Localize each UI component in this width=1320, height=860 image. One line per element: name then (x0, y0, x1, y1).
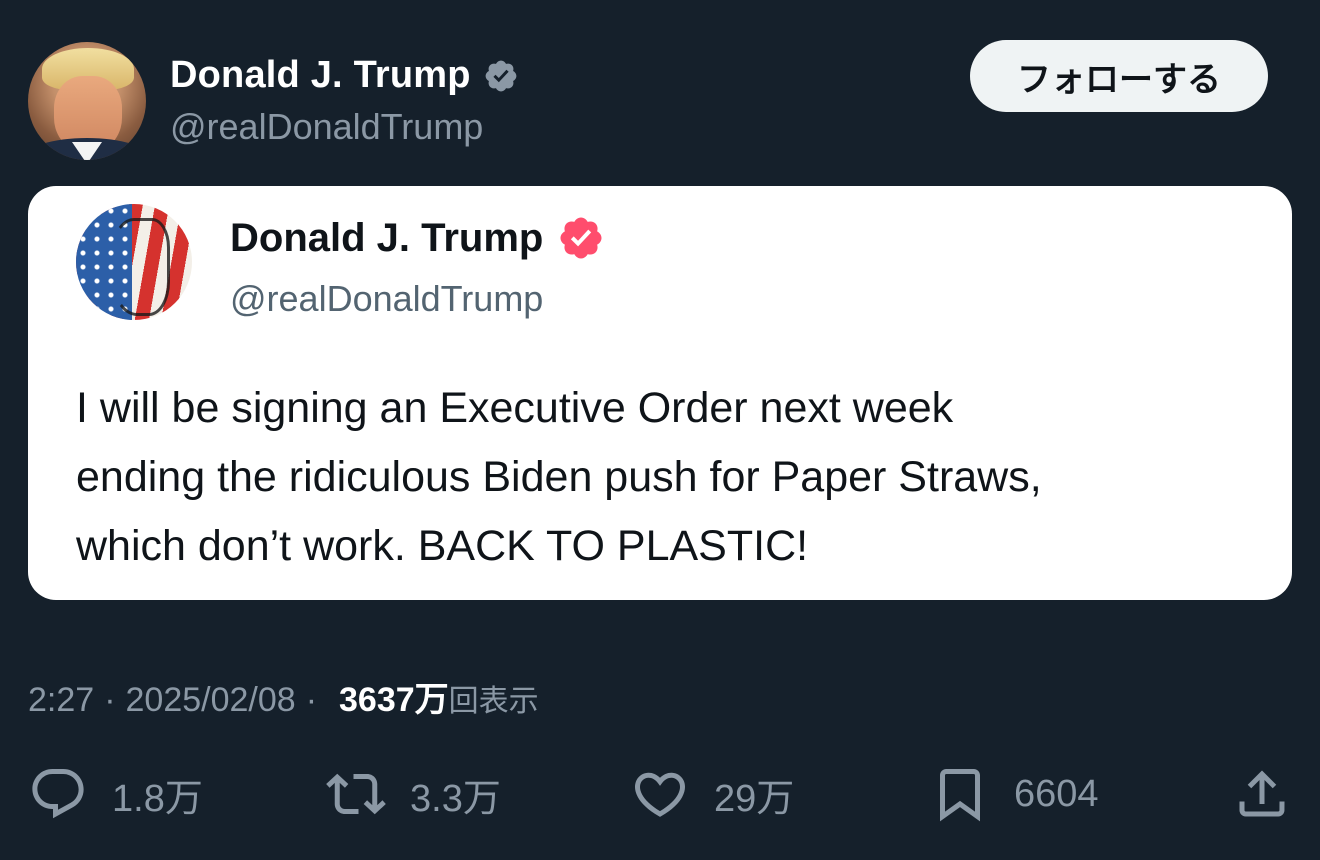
share-icon (1239, 770, 1285, 817)
author-display-name[interactable]: Donald J. Trump (170, 54, 471, 97)
quoted-author-handle[interactable]: @realDonaldTrump (230, 278, 543, 320)
reply-icon (32, 769, 84, 819)
quoted-post-text: I will be signing an Executive Order nex… (76, 384, 1042, 570)
like-count: 29万 (714, 777, 795, 820)
meta-separator: · (305, 681, 318, 719)
meta-separator: · (104, 681, 116, 719)
repost-button[interactable]: 3.3万 (326, 762, 501, 826)
author-handle[interactable]: @realDonaldTrump (170, 106, 483, 148)
post-meta: 2:27 · 2025/02/08 · 3637万 回表示 (28, 672, 539, 721)
like-button[interactable]: 29万 (630, 762, 794, 826)
quoted-author-avatar[interactable] (76, 204, 192, 320)
quoted-post-card[interactable]: Donald J. Trump @realDonaldTrump I will … (28, 186, 1292, 600)
quoted-author-display-name[interactable]: Donald J. Trump (230, 216, 543, 261)
post-time[interactable]: 2:27 (28, 681, 94, 720)
views-count[interactable]: 3637万 (339, 672, 449, 721)
bookmark-button[interactable]: 6604 (930, 762, 1099, 826)
reply-button[interactable]: 1.8万 (28, 762, 203, 826)
views-label: 回表示 (448, 684, 539, 719)
author-avatar[interactable] (28, 42, 146, 160)
repost-icon (326, 773, 386, 815)
verified-badge-icon (483, 58, 519, 94)
bookmark-count: 6604 (1014, 772, 1099, 815)
bookmark-icon (940, 769, 980, 822)
heart-icon (634, 772, 686, 817)
share-button[interactable] (1232, 762, 1292, 826)
post-date[interactable]: 2025/02/08 (126, 681, 296, 720)
post-header: Donald J. Trump @realDonaldTrump フォローする (28, 40, 1292, 164)
author-name-row: Donald J. Trump (170, 54, 519, 97)
quoted-verified-badge-icon (557, 214, 605, 262)
quoted-author-name-row: Donald J. Trump (230, 214, 605, 262)
action-bar: 1.8万 3.3万 29万 6604 (28, 762, 1292, 826)
reply-count: 1.8万 (112, 777, 203, 820)
follow-button[interactable]: フォローする (970, 40, 1268, 112)
repost-count: 3.3万 (410, 777, 501, 820)
